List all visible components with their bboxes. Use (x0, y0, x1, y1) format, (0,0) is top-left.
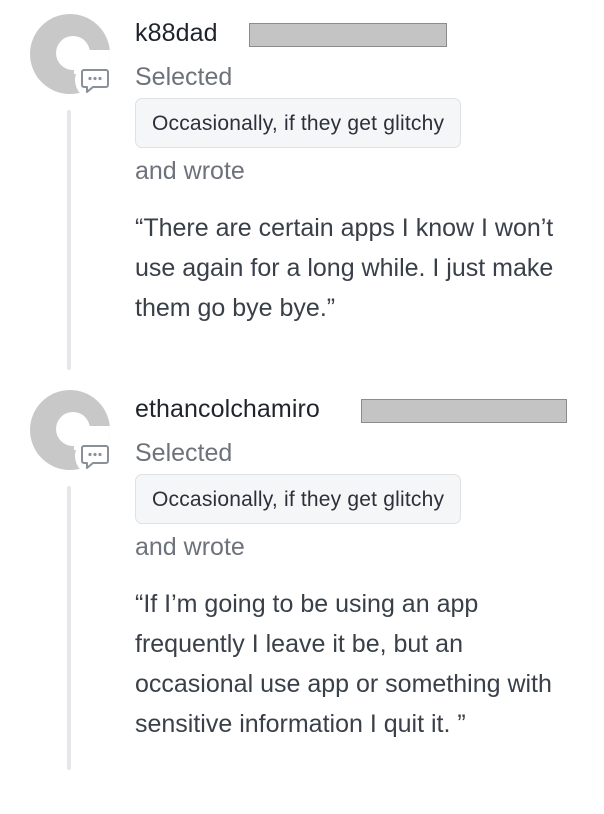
response-entry: k88dad Selected Occasionally, if they ge… (0, 14, 604, 374)
response-quote: “If I’m going to be using an app frequen… (135, 590, 552, 738)
response-content: k88dad Selected Occasionally, if they ge… (135, 14, 604, 328)
comment-bubble-icon (75, 436, 115, 476)
comment-bubble-icon (75, 60, 115, 100)
response-quote: “There are certain apps I know I won’t u… (135, 214, 554, 322)
selected-label: Selected (135, 63, 233, 91)
redaction-box (249, 23, 447, 47)
response-entry: ethancolchamiro Selected Occasionally, i… (0, 390, 604, 772)
redaction-box (361, 399, 567, 423)
response-feed: k88dad Selected Occasionally, if they ge… (0, 0, 604, 814)
wrote-label: and wrote (135, 533, 245, 561)
selected-label: Selected (135, 439, 233, 467)
selected-choice-chip: Occasionally, if they get glitchy (135, 98, 462, 148)
wrote-label: and wrote (135, 157, 245, 185)
response-content: ethancolchamiro Selected Occasionally, i… (135, 390, 604, 744)
username-row: ethancolchamiro (135, 390, 604, 428)
username-link[interactable]: k88dad (135, 19, 218, 47)
selected-choice-chip: Occasionally, if they get glitchy (135, 474, 462, 524)
username-link[interactable]: ethancolchamiro (135, 395, 320, 423)
thread-line (67, 486, 71, 770)
username-row: k88dad (135, 14, 604, 52)
thread-line (67, 110, 71, 370)
